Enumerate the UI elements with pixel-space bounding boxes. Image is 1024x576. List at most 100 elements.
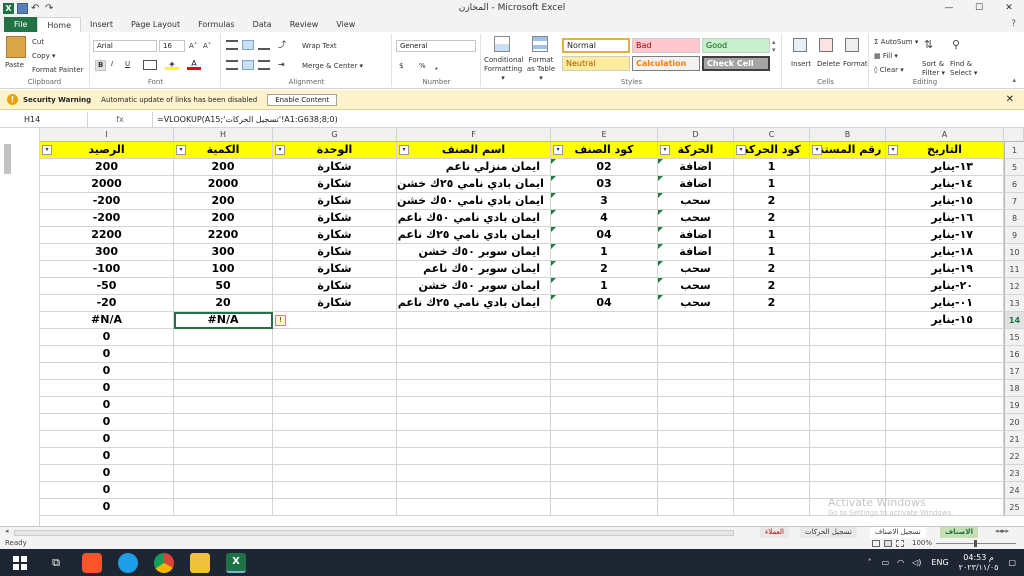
cell-unit[interactable]: شكارة (273, 261, 397, 278)
cell-movement[interactable] (658, 482, 734, 499)
cell-date[interactable]: ١٣-يناير (886, 159, 1004, 176)
format-cells-icon[interactable] (845, 38, 859, 52)
row-header[interactable]: 24 (1004, 482, 1024, 499)
underline-button[interactable]: U (125, 60, 130, 69)
cell-movement[interactable] (658, 329, 734, 346)
cell-unit[interactable] (273, 448, 397, 465)
sheet-tab-customers[interactable]: العملاء (760, 527, 789, 538)
cell-item-name[interactable]: ايمان سوبر ٥٠ك خشن (397, 278, 551, 295)
cell-item-code[interactable]: 3 (551, 193, 658, 210)
style-good[interactable]: Good (702, 38, 770, 53)
indent-icon[interactable]: ⇥ (278, 60, 290, 70)
header-cell-unit[interactable]: ▾ الوحدة (273, 142, 397, 159)
find-select-button[interactable]: Find & Select ▾ (950, 60, 978, 78)
page-break-view-icon[interactable] (896, 540, 904, 547)
notifications-icon[interactable]: ▢ (1008, 558, 1016, 567)
windows-start-icon[interactable] (10, 553, 30, 573)
sheet-tab-items[interactable]: الاصناف (940, 527, 978, 538)
cell-qty[interactable]: 2200 (174, 227, 273, 244)
cell-date[interactable]: ١٨-يناير (886, 244, 1004, 261)
header-cell-balance[interactable]: ▾ الرصيد (40, 142, 174, 159)
filter-dropdown-icon[interactable]: ▾ (176, 145, 186, 155)
enable-content-button[interactable]: Enable Content (267, 93, 338, 106)
cell-item-code[interactable] (551, 465, 658, 482)
cell-balance[interactable]: 0 (40, 499, 174, 516)
brave-browser-icon[interactable] (82, 552, 102, 573)
cell-date[interactable] (886, 465, 1004, 482)
cell-item-code[interactable]: 03 (551, 176, 658, 193)
cell-unit[interactable] (273, 312, 397, 329)
style-normal[interactable]: Normal (562, 38, 630, 53)
cell-doc-no[interactable] (810, 159, 886, 176)
cell-item-name[interactable] (397, 397, 551, 414)
cell-unit[interactable]: شكارة (273, 159, 397, 176)
cell-qty[interactable] (174, 380, 273, 397)
cell-qty[interactable]: 2000 (174, 176, 273, 193)
cell-movement[interactable] (658, 363, 734, 380)
header-cell-movement[interactable]: ▾ الحركة (658, 142, 734, 159)
align-bottom-icon[interactable] (258, 40, 270, 50)
borders-icon[interactable] (143, 60, 157, 70)
cell-item-code[interactable] (551, 346, 658, 363)
cell-item-code[interactable] (551, 499, 658, 516)
cell-doc-no[interactable] (810, 227, 886, 244)
cell-movement[interactable]: سحب (658, 193, 734, 210)
cell-doc-no[interactable] (810, 278, 886, 295)
cell-item-name[interactable] (397, 482, 551, 499)
tab-review[interactable]: Review (281, 17, 328, 32)
cell-movement[interactable] (658, 397, 734, 414)
column-header-B[interactable]: B (810, 128, 886, 142)
cell-item-code[interactable] (551, 312, 658, 329)
header-cell-qty[interactable]: ▾ الكمية (174, 142, 273, 159)
name-box[interactable]: H14 (0, 112, 88, 127)
cell-movement[interactable] (658, 448, 734, 465)
filter-dropdown-icon[interactable]: ▾ (42, 145, 52, 155)
scrollbar-thumb[interactable] (4, 144, 11, 174)
number-format-select[interactable]: General (396, 40, 476, 52)
header-cell-movement-code[interactable]: ▾ كود الحركة (734, 142, 810, 159)
cell-date[interactable] (886, 397, 1004, 414)
row-header[interactable]: 14 (1004, 312, 1024, 329)
cell-movement-code[interactable] (734, 380, 810, 397)
cell-movement[interactable] (658, 346, 734, 363)
cell-movement-code[interactable]: 2 (734, 278, 810, 295)
clock[interactable]: 04:53 م ٢٠٢٣/١١/٠٥ (959, 553, 999, 573)
align-left-icon[interactable] (226, 60, 238, 70)
filter-dropdown-icon[interactable]: ▾ (399, 145, 409, 155)
cell-balance[interactable]: 0 (40, 431, 174, 448)
cell-doc-no[interactable] (810, 295, 886, 312)
cell-qty[interactable]: 50 (174, 278, 273, 295)
cell-unit[interactable] (273, 380, 397, 397)
cell-date[interactable]: ١٤-يناير (886, 176, 1004, 193)
cell-item-code[interactable] (551, 482, 658, 499)
row-header[interactable]: 13 (1004, 295, 1024, 312)
cell-date[interactable] (886, 363, 1004, 380)
column-header-A[interactable]: A (886, 128, 1004, 142)
cell-date[interactable]: ١٦-يناير (886, 210, 1004, 227)
row-header[interactable]: 12 (1004, 278, 1024, 295)
cell-doc-no[interactable] (810, 210, 886, 227)
cell-date[interactable]: ١٧-يناير (886, 227, 1004, 244)
row-header[interactable]: 20 (1004, 414, 1024, 431)
header-cell-doc-no[interactable]: ▾ رقم المستند (810, 142, 886, 159)
cell-qty[interactable]: 20 (174, 295, 273, 312)
cell-doc-no[interactable] (810, 329, 886, 346)
format-table-icon[interactable] (532, 36, 548, 52)
cell-unit[interactable] (273, 499, 397, 516)
style-check-cell[interactable]: Check Cell (702, 56, 770, 71)
style-bad[interactable]: Bad (632, 38, 700, 53)
edge-browser-icon[interactable] (118, 552, 138, 573)
find-select-icon[interactable]: ⚲ (952, 38, 960, 51)
shrink-font-button[interactable]: A˅ (203, 42, 211, 51)
column-header-I[interactable]: I (40, 128, 174, 142)
cell-balance[interactable]: 0 (40, 329, 174, 346)
error-smart-tag-icon[interactable]: ! (275, 315, 286, 326)
cell-unit[interactable]: شكارة (273, 227, 397, 244)
cell-item-name[interactable] (397, 448, 551, 465)
header-cell-item-name[interactable]: ▾ اسم الصنف (397, 142, 551, 159)
cell-doc-no[interactable] (810, 397, 886, 414)
cell-item-code[interactable] (551, 414, 658, 431)
tab-file[interactable]: File (4, 17, 38, 32)
cell-doc-no[interactable] (810, 261, 886, 278)
format-cells-button[interactable]: Format (843, 60, 868, 69)
